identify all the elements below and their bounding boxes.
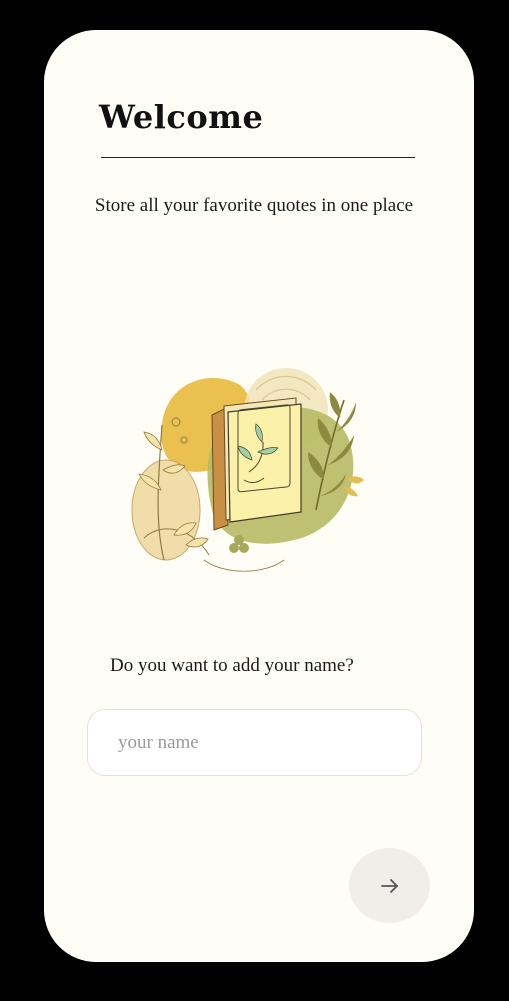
page-title: Welcome (99, 98, 264, 136)
welcome-screen: Welcome Store all your favorite quotes i… (44, 30, 474, 962)
name-prompt: Do you want to add your name? (110, 655, 354, 676)
arrow-right-icon (379, 875, 401, 897)
book-illustration (124, 360, 384, 580)
title-divider (101, 157, 415, 158)
next-button[interactable] (349, 848, 430, 923)
welcome-subtitle: Store all your favorite quotes in one pl… (94, 195, 414, 216)
name-input[interactable] (87, 709, 422, 776)
